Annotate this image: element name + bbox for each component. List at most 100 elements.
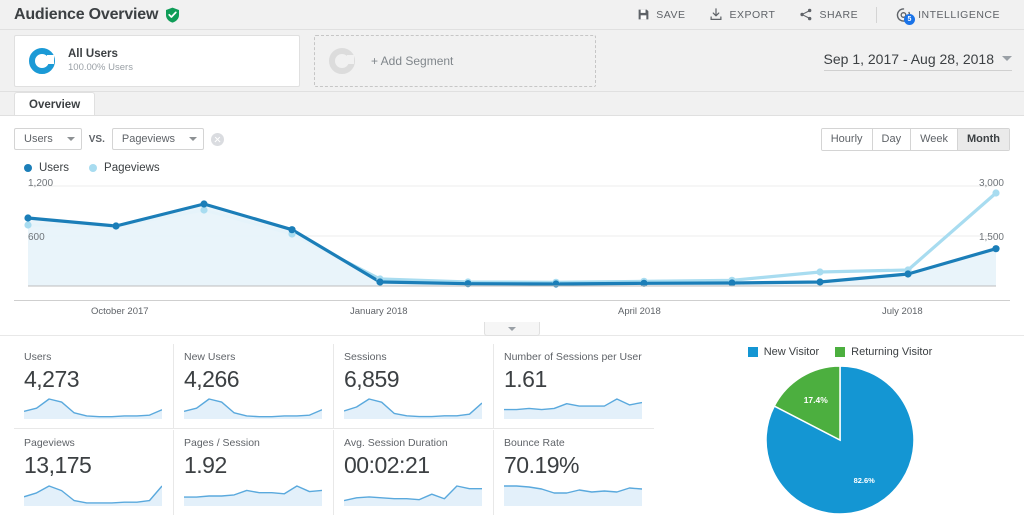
metric-value: 6,859 xyxy=(344,366,400,392)
metric-card[interactable]: Pages / Session 1.92 xyxy=(174,430,334,515)
pie-legend-label-new: New Visitor xyxy=(763,346,820,358)
primary-metric-value: Users xyxy=(24,133,53,145)
save-button[interactable]: SAVE xyxy=(625,0,697,30)
pageviews-sparkline xyxy=(23,480,163,511)
segment-all-users[interactable]: All Users 100.00% Users xyxy=(14,34,300,87)
segment-text: All Users 100.00% Users xyxy=(68,47,133,74)
metric-cards: Users 4,273 New Users 4,266 Sessions 6,8… xyxy=(14,344,654,516)
export-label: EXPORT xyxy=(729,8,776,21)
chart-legend: Users Pageviews xyxy=(14,156,1010,176)
page-title: Audience Overview xyxy=(14,5,159,23)
metric-value: 70.19% xyxy=(504,452,580,478)
page-header: Audience Overview SAVE EXPORT SHARE 5 IN… xyxy=(0,0,1024,30)
save-label: SAVE xyxy=(656,8,686,21)
pie-legend-new-visitor[interactable]: New Visitor xyxy=(747,346,820,358)
analytics-audience-overview-page: Audience Overview SAVE EXPORT SHARE 5 IN… xyxy=(0,0,1024,529)
metric-value: 4,266 xyxy=(184,366,240,392)
legend-label-users: Users xyxy=(39,162,70,174)
sessions-sparkline xyxy=(343,393,483,424)
tab-strip: Overview xyxy=(0,92,1024,116)
add-segment-button[interactable]: + Add Segment xyxy=(314,34,596,87)
chevron-down-icon xyxy=(189,137,198,141)
legend-item-users[interactable]: Users xyxy=(24,162,69,174)
metric-card[interactable]: Users 4,273 xyxy=(14,344,174,429)
toolbar-divider xyxy=(876,6,878,23)
metric-value: 4,273 xyxy=(24,366,80,392)
metric-label: New Users xyxy=(184,351,236,363)
date-range-value: Sep 1, 2017 - Aug 28, 2018 xyxy=(823,50,994,67)
metric-card[interactable]: Avg. Session Duration 00:02:21 xyxy=(334,430,494,515)
intelligence-label: INTELLIGENCE xyxy=(918,8,1000,21)
secondary-metric-value: Pageviews xyxy=(121,133,176,145)
x-tick-label-2: April 2018 xyxy=(618,306,661,317)
pie-legend-returning-visitor[interactable]: Returning Visitor xyxy=(835,346,932,358)
chevron-down-icon xyxy=(66,137,75,141)
avg-duration-sparkline xyxy=(343,480,482,511)
share-label: SHARE xyxy=(819,8,859,21)
save-icon xyxy=(638,9,649,20)
visitor-type-pie-chart[interactable]: 82.6% 17.4% xyxy=(764,364,916,516)
share-icon xyxy=(800,8,812,21)
metric-label: Number of Sessions per User xyxy=(504,351,642,363)
header-actions: SAVE EXPORT SHARE 5 INTELLIGENCE xyxy=(625,0,1012,30)
legend-dot-users xyxy=(24,164,32,172)
tab-underline xyxy=(0,115,1024,116)
svg-text:82.6%: 82.6% xyxy=(854,476,876,485)
granularity-week[interactable]: Week xyxy=(911,128,959,150)
granularity-group: Hourly Day Week Month xyxy=(820,127,1010,151)
svg-text:17.4%: 17.4% xyxy=(804,395,829,405)
main-panel: Users VS. Pageviews Hourly Day Week Mont… xyxy=(0,116,1024,322)
x-tick-label-3: July 2018 xyxy=(882,306,923,317)
segment-donut-icon xyxy=(29,47,55,74)
pie-legend-label-returning: Returning Visitor xyxy=(851,346,933,358)
metric-value: 1.61 xyxy=(504,366,547,392)
metric-card[interactable]: Number of Sessions per User 1.61 xyxy=(494,344,654,429)
secondary-metric-dropdown[interactable]: Pageviews xyxy=(111,128,205,150)
metric-control-row: Users VS. Pageviews Hourly Day Week Mont… xyxy=(14,116,1010,156)
metric-label: Users xyxy=(24,351,52,363)
granularity-month[interactable]: Month xyxy=(958,128,1009,150)
chart-x-axis: October 2017 January 2018 April 2018 Jul… xyxy=(14,300,1010,322)
segment-percentage: 100.00% Users xyxy=(68,62,133,73)
metric-label: Pageviews xyxy=(24,437,75,449)
y-axis-label-mid-right: 1,500 xyxy=(978,232,1004,243)
pie-legend-swatch-new xyxy=(747,347,758,357)
chart-expander-tab[interactable] xyxy=(484,322,540,336)
lower-section: Users 4,273 New Users 4,266 Sessions 6,8… xyxy=(0,344,1024,516)
pie-legend: New Visitor Returning Visitor xyxy=(747,344,932,364)
visitor-type-pie-section: New Visitor Returning Visitor 82.6% 17.4% xyxy=(654,344,1010,516)
export-button[interactable]: EXPORT xyxy=(697,0,787,30)
metric-card[interactable]: Sessions 6,859 xyxy=(334,344,494,429)
timeseries-chart[interactable]: 1,200 600 3,000 1,500 xyxy=(14,178,1010,300)
metric-label: Bounce Rate xyxy=(504,437,565,449)
legend-label-pageviews: Pageviews xyxy=(104,162,160,174)
chevron-down-icon xyxy=(1002,56,1012,61)
segment-bar: All Users 100.00% Users + Add Segment Se… xyxy=(0,30,1024,92)
close-circle-icon[interactable] xyxy=(211,132,225,146)
intelligence-badge: 5 xyxy=(904,13,916,25)
intelligence-button[interactable]: 5 INTELLIGENCE xyxy=(883,0,1012,30)
chart-expander[interactable] xyxy=(0,322,1024,336)
pages-per-session-sparkline xyxy=(184,480,323,511)
tab-overview[interactable]: Overview xyxy=(14,92,96,116)
share-button[interactable]: SHARE xyxy=(787,0,870,30)
metric-card[interactable]: New Users 4,266 xyxy=(174,344,334,429)
primary-metric-dropdown[interactable]: Users xyxy=(14,128,82,150)
metric-card[interactable]: Bounce Rate 70.19% xyxy=(494,430,654,515)
add-segment-label: + Add Segment xyxy=(371,53,454,68)
users-sparkline xyxy=(23,393,163,424)
verified-shield-icon xyxy=(165,7,180,23)
granularity-day[interactable]: Day xyxy=(872,128,912,150)
x-tick-label-1: January 2018 xyxy=(350,306,408,317)
vs-label: VS. xyxy=(88,133,105,145)
export-icon xyxy=(710,8,722,20)
metric-card[interactable]: Pageviews 13,175 xyxy=(14,430,174,515)
legend-item-pageviews[interactable]: Pageviews xyxy=(89,162,160,174)
y-axis-label-mid-left: 600 xyxy=(28,232,45,243)
sessions-per-user-sparkline xyxy=(504,393,643,424)
metric-label: Pages / Session xyxy=(184,437,260,449)
granularity-hourly[interactable]: Hourly xyxy=(821,128,873,150)
date-range-selector[interactable]: Sep 1, 2017 - Aug 28, 2018 xyxy=(823,50,1012,71)
new-users-sparkline xyxy=(183,393,323,424)
bounce-rate-sparkline xyxy=(504,480,643,511)
